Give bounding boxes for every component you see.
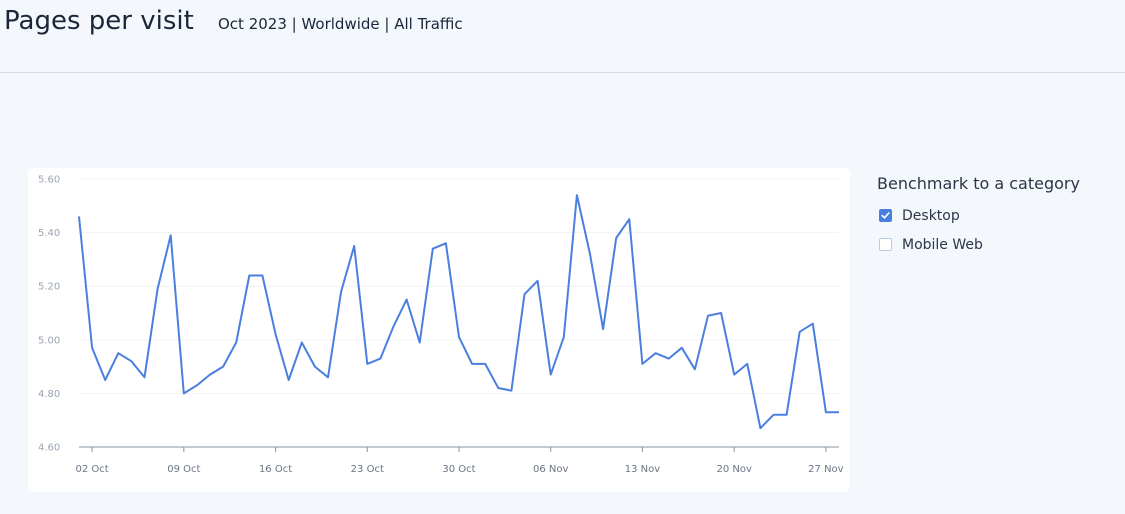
chart-card: 5.60 5.40 5.20 5.00 4.80 4.60 02 Oct 09 Oct 16 … [28, 168, 850, 492]
x-tick-label: 09 Oct [167, 464, 200, 475]
checkbox-unchecked-icon[interactable] [879, 238, 892, 251]
y-tick-label: 5.20 [38, 282, 60, 293]
checkbox-checked-icon[interactable] [879, 209, 892, 222]
header: Pages per visit Oct 2023 | Worldwide | A… [0, 0, 1125, 73]
x-tick-label: 06 Nov [533, 464, 569, 475]
y-tick-label: 5.40 [38, 228, 60, 239]
y-tick-label: 4.60 [38, 443, 60, 454]
legend-title: Benchmark to a category [877, 174, 1080, 193]
x-tick-label: 23 Oct [351, 464, 384, 475]
y-tick-label: 5.00 [38, 335, 60, 346]
page-subtitle: Oct 2023 | Worldwide | All Traffic [218, 15, 463, 33]
grid-lines [79, 178, 839, 448]
legend-item-desktop[interactable]: Desktop [877, 201, 1080, 230]
x-tick-label: 16 Oct [259, 464, 292, 475]
page-title: Pages per visit [4, 6, 194, 36]
y-tick-label: 5.60 [38, 175, 60, 186]
x-tick-label: 20 Nov [716, 464, 752, 475]
pages-per-visit-chart[interactable]: 5.60 5.40 5.20 5.00 4.80 4.60 02 Oct 09 Oct 16 … [28, 168, 850, 492]
y-axis-ticks: 5.60 5.40 5.20 5.00 4.80 4.60 [38, 175, 60, 454]
legend-item-mobile-web[interactable]: Mobile Web [877, 230, 1080, 259]
legend-label-mobile-web: Mobile Web [902, 236, 983, 253]
benchmark-legend: Benchmark to a category Desktop Mobile W… [877, 174, 1080, 259]
legend-label-desktop: Desktop [902, 207, 960, 224]
x-tick-label: 13 Nov [625, 464, 661, 475]
x-tick-label: 02 Oct [76, 464, 109, 475]
x-tick-label: 27 Nov [808, 464, 844, 475]
x-tick-label: 30 Oct [442, 464, 475, 475]
x-axis-ticks: 02 Oct 09 Oct 16 Oct 23 Oct 30 Oct 06 Nov 13 N… [76, 447, 844, 475]
y-tick-label: 4.80 [38, 389, 60, 400]
